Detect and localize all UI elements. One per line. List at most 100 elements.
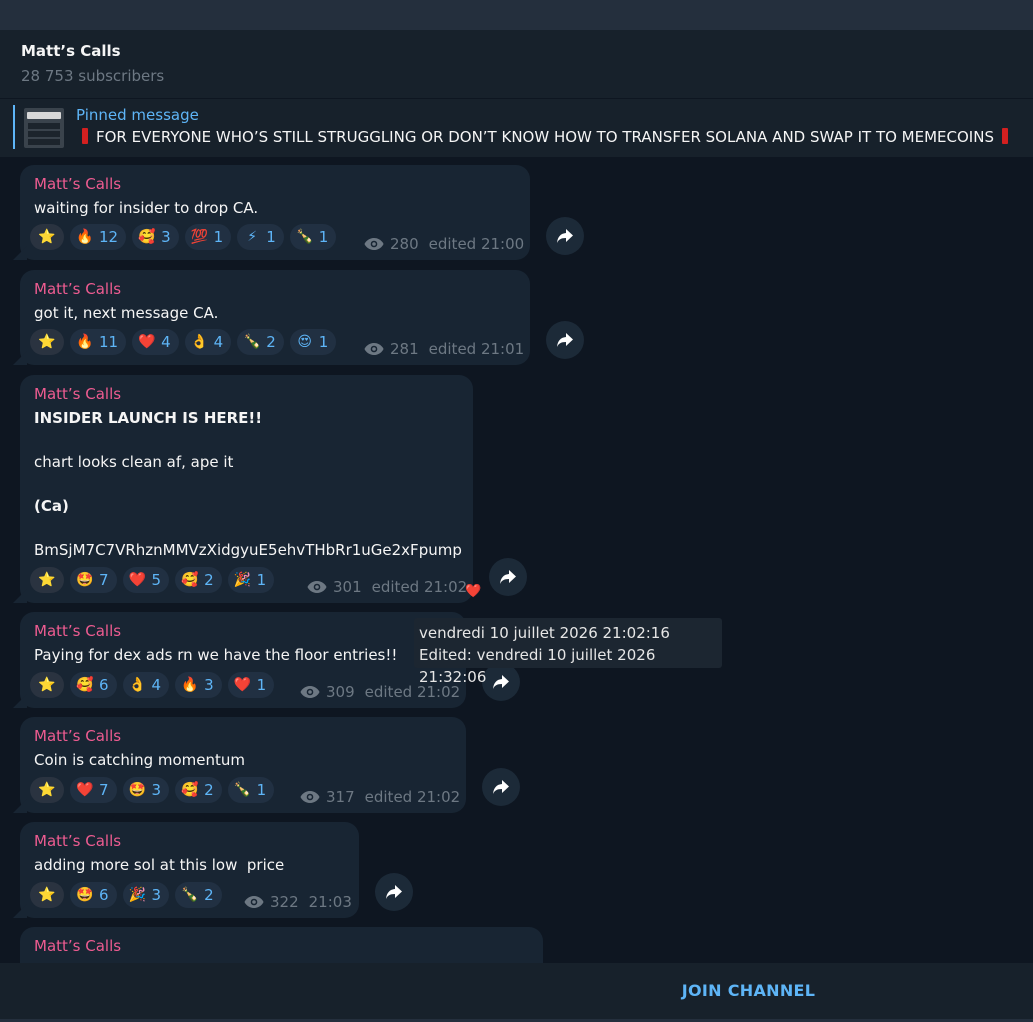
star-struck-icon: 🤩 [128,782,147,798]
share-button[interactable] [489,558,527,596]
contract-address[interactable]: BmSjM7C7VRhznMMVzXidgyuE5ehvTHbRr1uGe2xF… [34,539,462,561]
reaction-pill[interactable]: 🎉 3 [122,882,170,908]
message-author[interactable]: Matt’s Calls [34,280,121,298]
reaction-count: 2 [204,571,214,589]
paid-star-reaction[interactable]: ⭐ [30,672,64,698]
smiling-hearts-icon: 🥰 [138,229,156,245]
reaction-pill[interactable]: 😍 1 [289,329,337,355]
message-time: edited 21:01 [428,340,525,358]
reaction-pill[interactable]: ⚡ 1 [237,224,284,250]
message-meta: 317 edited 21:02 [300,788,460,806]
reaction-pill[interactable]: ❤️ 7 [70,777,117,803]
pinned-text-content: FOR EVERYONE WHO’S STILL STRUGGLING OR D… [96,128,994,146]
star-struck-icon: 🤩 [76,887,94,903]
message-line-bold: INSIDER LAUNCH IS HERE!! [34,409,263,427]
champagne-icon: 🍾 [243,334,261,350]
message-author[interactable]: Matt’s Calls [34,832,121,850]
pinned-message-bar[interactable]: Pinned message FOR EVERYONE WHO’S STILL … [0,98,1033,157]
share-arrow-icon [386,885,402,899]
message-author[interactable]: Matt’s Calls [34,622,121,640]
reaction-pill[interactable]: 🔥 12 [70,224,127,250]
reaction-count: 2 [266,333,276,351]
reaction-count: 4 [161,333,171,351]
message-author[interactable]: Matt’s Calls [34,385,121,403]
message-text: Coin is catching momentum [34,751,246,769]
message-text: adding more sol at this low price [34,856,285,874]
paid-star-reaction[interactable]: ⭐ [30,329,64,355]
reaction-count: 2 [204,886,214,904]
reaction-count: 1 [256,781,267,799]
reaction-pill[interactable]: 🎉 1 [227,567,275,593]
message-bubble[interactable]: Matt’s Calls adding more sol at this low… [20,822,359,918]
paid-star-reaction[interactable]: ⭐ [30,777,64,803]
reaction-pill[interactable]: 🥰 3 [132,224,179,250]
reaction-pill[interactable]: ❤️ 4 [132,329,179,355]
reaction-count: 4 [151,676,162,694]
share-button[interactable] [375,873,413,911]
subscriber-count: 28 753 subscribers [21,67,165,85]
pinned-thumbnail [24,108,64,148]
paid-star-reaction[interactable]: ⭐ [30,882,64,908]
reaction-pill[interactable]: 🔥 3 [175,672,222,698]
message-meta: 301 edited 21:02 [307,578,467,596]
message-bubble[interactable]: Matt’s Calls Paying for dex ads rn we ha… [20,612,466,708]
reaction-count: 3 [151,781,162,799]
reaction-pill[interactable]: ❤️ 1 [227,672,275,698]
share-button[interactable] [482,768,520,806]
reaction-pill[interactable]: 👌 4 [184,329,232,355]
reaction-pill[interactable]: 🥰 2 [175,567,222,593]
share-button[interactable] [546,321,584,359]
message-text: INSIDER LAUNCH IS HERE!! chart looks cle… [34,407,462,561]
join-channel-button[interactable]: JOIN CHANNEL [0,981,1033,1000]
message-bubble[interactable]: Matt’s Calls INSIDER LAUNCH IS HERE!! ch… [20,375,473,603]
message-author[interactable]: Matt’s Calls [34,727,121,745]
reaction-pill[interactable]: 🔥 11 [70,329,127,355]
reaction-pill[interactable]: 🥰 6 [70,672,117,698]
reaction-count: 5 [151,571,162,589]
eye-icon [364,238,384,250]
heart-icon: ❤️ [76,782,94,798]
reaction-pill[interactable]: 🍾 1 [227,777,275,803]
message-line: chart looks clean af, ape it [34,453,234,471]
paid-star-reaction[interactable]: ⭐ [30,224,64,250]
reaction-count: 3 [151,886,162,904]
reaction-pill[interactable]: 💯 1 [184,224,232,250]
message-bubble[interactable]: Matt’s Calls Coin is catching momentum ⭐… [20,717,466,813]
reaction-pill[interactable]: ❤️ 5 [122,567,170,593]
reaction-pill[interactable]: 🤩 7 [70,567,117,593]
message-text: waiting for insider to drop CA. [34,199,259,217]
reaction-count: 7 [99,571,109,589]
reaction-pill[interactable]: 🍾 2 [175,882,222,908]
message-meta: 322 21:03 [244,893,352,911]
message-meta: 280 edited 21:00 [364,235,524,253]
message-bubble[interactable]: Matt’s Calls got it, next message CA. ⭐ … [20,270,530,365]
share-arrow-icon [493,780,509,794]
message-author[interactable]: Matt’s Calls [34,937,121,955]
reaction-pill[interactable]: 🍾 2 [237,329,284,355]
paid-star-reaction[interactable]: ⭐ [30,567,64,593]
channel-header[interactable]: Matt’s Calls 28 753 subscribers [0,30,1033,98]
window-top-bar [0,0,1033,30]
pinned-accent-bar [13,105,15,149]
ok-hand-icon: 👌 [128,677,147,693]
reaction-pill[interactable]: 🥰 2 [175,777,222,803]
message-time: edited 21:00 [428,235,525,253]
reaction-count: 1 [256,676,267,694]
message-time[interactable]: edited 21:02 [372,578,468,596]
channel-title[interactable]: Matt’s Calls [21,42,121,60]
reaction-count: 1 [318,333,329,351]
champagne-icon: 🍾 [181,887,199,903]
message-author[interactable]: Matt’s Calls [34,175,121,193]
reaction-pill[interactable]: 🤩 6 [70,882,117,908]
reaction-pill[interactable]: 👌 4 [122,672,170,698]
message-bubble[interactable]: Matt’s Calls waiting for insider to drop… [20,165,530,260]
reaction-pill[interactable]: 🤩 3 [122,777,170,803]
reaction-pill[interactable]: 🍾 1 [289,224,337,250]
view-count: 322 [270,893,299,911]
hundred-icon: 💯 [190,229,209,245]
star-icon: ⭐ [38,782,56,798]
star-icon: ⭐ [38,677,56,693]
eye-icon [307,581,327,593]
reaction-count: 6 [99,886,109,904]
share-button[interactable] [546,217,584,255]
